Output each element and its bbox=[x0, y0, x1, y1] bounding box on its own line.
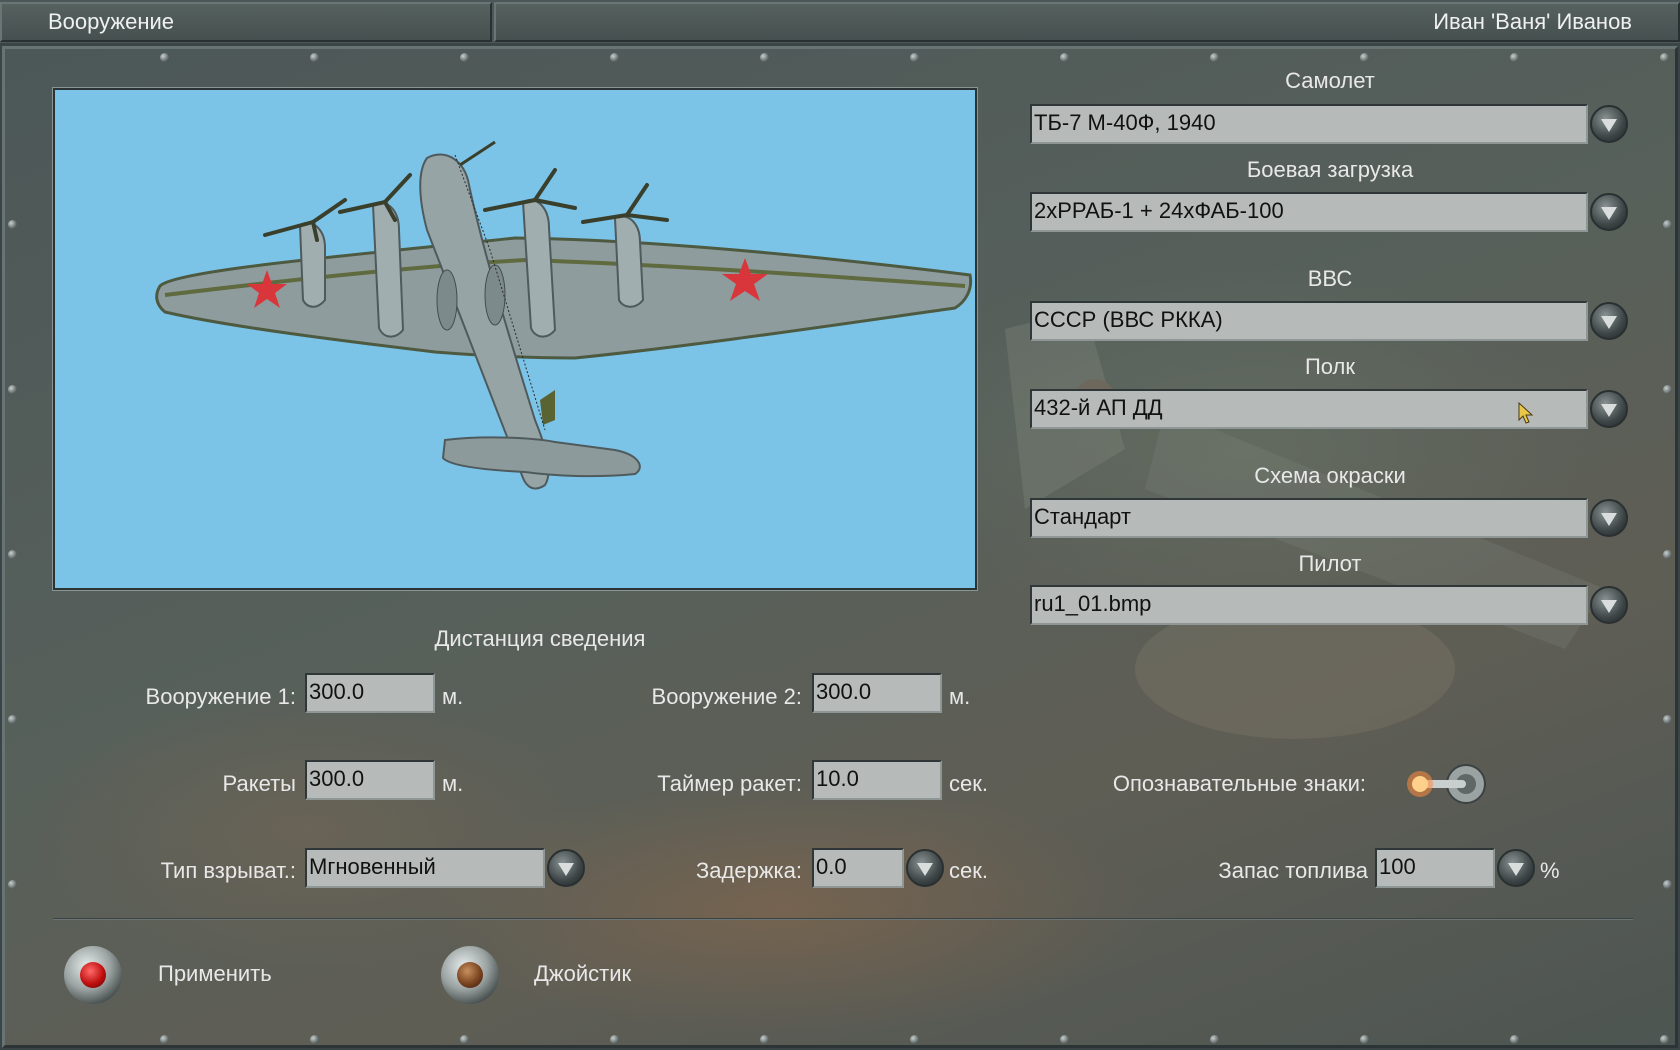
rivet bbox=[610, 1035, 619, 1044]
window-title: Вооружение bbox=[0, 2, 492, 42]
rivet bbox=[760, 53, 769, 62]
rivet bbox=[8, 385, 17, 394]
apply-button-light bbox=[80, 962, 106, 988]
apply-button[interactable] bbox=[64, 946, 122, 1004]
rivet bbox=[8, 220, 17, 229]
rivet bbox=[1060, 53, 1069, 62]
rivet bbox=[460, 1035, 469, 1044]
rockets-label: Ракеты bbox=[222, 771, 296, 796]
weapon1-label: Вооружение 1: bbox=[145, 684, 296, 709]
weapon2-input[interactable]: 300.0 bbox=[812, 673, 942, 713]
pilot-label: Пилот bbox=[1298, 551, 1362, 576]
rivet bbox=[1360, 1035, 1369, 1044]
plane-select[interactable]: ТБ-7 М-40Ф, 1940 bbox=[1030, 104, 1588, 144]
weapon2-label: Вооружение 2: bbox=[651, 684, 802, 709]
plane-label: Самолет bbox=[1285, 68, 1375, 93]
mouse-cursor-icon bbox=[1518, 402, 1534, 424]
skin-select[interactable]: Стандарт bbox=[1030, 498, 1588, 538]
plane-dropdown-icon[interactable] bbox=[1590, 105, 1628, 143]
rivet bbox=[310, 1035, 319, 1044]
fuel-input[interactable]: 100 bbox=[1375, 848, 1495, 888]
skin-dropdown-icon[interactable] bbox=[1590, 499, 1628, 537]
rocket-timer-label: Таймер ракет: bbox=[657, 771, 802, 796]
rivet bbox=[310, 53, 319, 62]
joystick-button-light bbox=[457, 962, 483, 988]
fuel-label: Запас топлива bbox=[1218, 858, 1368, 883]
rivet bbox=[1510, 1035, 1519, 1044]
weapon1-input[interactable]: 300.0 bbox=[305, 673, 435, 713]
air-force-label: ВВС bbox=[1307, 266, 1353, 291]
rivet bbox=[910, 1035, 919, 1044]
rivet bbox=[1663, 880, 1672, 889]
rivet bbox=[1060, 1035, 1069, 1044]
rockets-input[interactable]: 300.0 bbox=[305, 760, 435, 800]
rivet bbox=[1663, 220, 1672, 229]
rockets-unit: м. bbox=[442, 771, 464, 796]
regiment-select[interactable]: 432-й АП ДД bbox=[1030, 389, 1588, 429]
aircraft-model-image bbox=[155, 140, 973, 490]
rivet bbox=[1663, 550, 1672, 559]
rivet bbox=[160, 53, 169, 62]
rivet bbox=[8, 715, 17, 724]
rivet bbox=[1660, 1035, 1669, 1044]
rivet bbox=[1663, 385, 1672, 394]
markings-label: Опознавательные знаки: bbox=[1112, 771, 1366, 796]
regiment-dropdown-icon[interactable] bbox=[1590, 390, 1628, 428]
air-force-select[interactable]: СССР (ВВС РККА) bbox=[1030, 301, 1588, 341]
rocket-timer-input[interactable]: 10.0 bbox=[812, 760, 942, 800]
rivet bbox=[1663, 715, 1672, 724]
delay-dropdown-icon[interactable] bbox=[906, 849, 944, 887]
joystick-label[interactable]: Джойстик bbox=[534, 961, 631, 987]
rivet bbox=[1660, 53, 1669, 62]
weapon2-unit: м. bbox=[949, 684, 971, 709]
rivet bbox=[760, 1035, 769, 1044]
title-bar: Вооружение Иван 'Ваня' Иванов bbox=[0, 0, 1680, 43]
pilot-select[interactable]: ru1_01.bmp bbox=[1030, 585, 1588, 625]
section-divider bbox=[53, 918, 1633, 920]
convergence-heading: Дистанция сведения bbox=[434, 626, 646, 651]
rivet bbox=[8, 880, 17, 889]
rivet bbox=[160, 1035, 169, 1044]
rivet bbox=[610, 53, 619, 62]
fuel-unit: % bbox=[1540, 858, 1560, 883]
air-force-dropdown-icon[interactable] bbox=[1590, 302, 1628, 340]
loadout-dropdown-icon[interactable] bbox=[1590, 193, 1628, 231]
delay-label: Задержка: bbox=[695, 858, 802, 883]
rivet bbox=[1210, 1035, 1219, 1044]
fuse-type-select[interactable]: Мгновенный bbox=[305, 848, 545, 888]
markings-toggle[interactable] bbox=[1402, 762, 1492, 808]
skin-label: Схема окраски bbox=[1254, 463, 1406, 488]
loadout-label: Боевая загрузка bbox=[1246, 157, 1414, 182]
joystick-button[interactable] bbox=[441, 946, 499, 1004]
weapon1-unit: м. bbox=[442, 684, 464, 709]
aircraft-preview[interactable] bbox=[52, 87, 978, 591]
rivet bbox=[910, 53, 919, 62]
fuse-type-label: Тип взрыват.: bbox=[160, 858, 296, 883]
loadout-select[interactable]: 2хРРАБ-1 + 24хФАБ-100 bbox=[1030, 192, 1588, 232]
rivet bbox=[1210, 53, 1219, 62]
regiment-label: Полк bbox=[1304, 354, 1356, 379]
rivet bbox=[1360, 53, 1369, 62]
pilot-dropdown-icon[interactable] bbox=[1590, 586, 1628, 624]
rivet bbox=[460, 53, 469, 62]
rivet bbox=[1510, 53, 1519, 62]
rocket-timer-unit: сек. bbox=[949, 771, 988, 796]
delay-unit: сек. bbox=[949, 858, 988, 883]
fuel-dropdown-icon[interactable] bbox=[1497, 849, 1535, 887]
rivet bbox=[8, 550, 17, 559]
delay-input[interactable]: 0.0 bbox=[812, 848, 904, 888]
apply-label[interactable]: Применить bbox=[158, 961, 272, 987]
player-name: Иван 'Ваня' Иванов bbox=[494, 2, 1680, 42]
